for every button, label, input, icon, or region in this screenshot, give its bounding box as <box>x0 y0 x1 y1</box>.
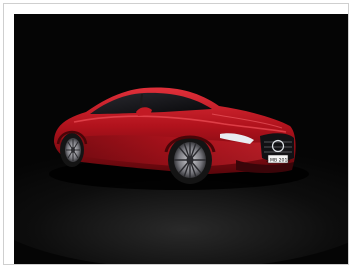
front-wheel <box>168 136 212 184</box>
license-plate-text: S MB 2018 <box>266 157 291 163</box>
car-illustration: S MB 2018 <box>14 14 348 264</box>
image-frame: S MB 2018 <box>3 3 349 265</box>
car-photo: S MB 2018 <box>14 14 348 264</box>
rear-wheel <box>60 133 84 167</box>
